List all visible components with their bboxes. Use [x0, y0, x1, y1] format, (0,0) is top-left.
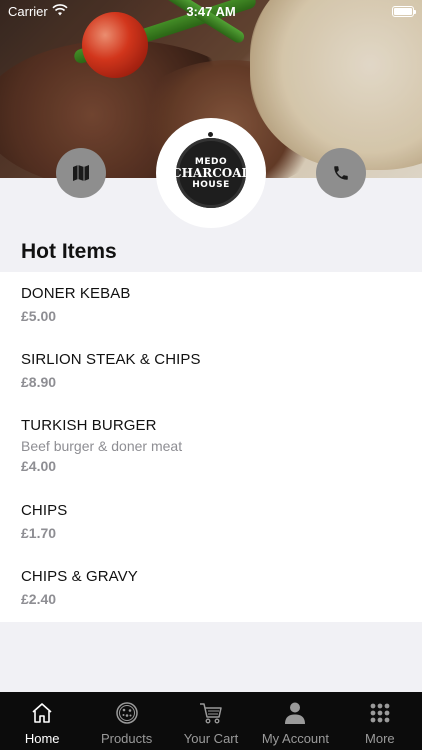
item-price: £4.00: [21, 458, 57, 474]
list-item[interactable]: CHIPS & GRAVY £2.40: [21, 568, 412, 607]
map-icon: [73, 165, 89, 181]
item-name: CHIPS & GRAVY: [21, 568, 138, 585]
call-button[interactable]: [316, 148, 366, 198]
tab-bar: Home Products Your Cart My Account More: [0, 692, 422, 750]
tab-label: My Account: [261, 731, 330, 746]
list-item[interactable]: CHIPS £1.70: [21, 502, 412, 541]
tab-products[interactable]: Products: [84, 692, 168, 750]
logo-line-3: HOUSE: [192, 179, 230, 190]
tab-label: More: [365, 731, 395, 746]
logo-line-1: MEDO: [194, 156, 228, 167]
grid-icon: [370, 703, 390, 723]
restaurant-logo: MEDO CHARCOAL HOUSE: [156, 118, 266, 228]
pizza-icon: [115, 702, 138, 724]
status-bar: Carrier 3:47 AM: [0, 0, 422, 22]
item-price: £8.90: [21, 374, 57, 390]
item-name: SIRLION STEAK & CHIPS: [21, 351, 201, 368]
hot-items-list: DONER KEBAB £5.00 SIRLION STEAK & CHIPS …: [0, 272, 422, 622]
battery-icon: [392, 6, 416, 17]
item-name: DONER KEBAB: [21, 285, 131, 302]
person-icon: [285, 702, 306, 724]
item-price: £2.40: [21, 591, 57, 607]
map-button[interactable]: [56, 148, 106, 198]
section-title: Hot Items: [21, 240, 117, 263]
item-name: TURKISH BURGER: [21, 417, 157, 434]
item-price: £5.00: [21, 308, 57, 324]
status-time: 3:47 AM: [186, 4, 236, 19]
tab-label: Home: [24, 731, 60, 746]
phone-icon: [334, 166, 348, 180]
item-description: Beef burger & doner meat: [21, 438, 183, 454]
list-item[interactable]: SIRLION STEAK & CHIPS £8.90: [21, 351, 412, 390]
item-price: £1.70: [21, 525, 57, 541]
list-item[interactable]: TURKISH BURGER Beef burger & doner meat …: [21, 417, 412, 474]
tab-account[interactable]: My Account: [253, 692, 337, 750]
item-name: CHIPS: [21, 502, 68, 519]
logo-line-2: CHARCOAL: [172, 165, 250, 180]
tab-more[interactable]: More: [338, 692, 422, 750]
home-icon: [32, 703, 52, 723]
tab-home[interactable]: Home: [0, 692, 84, 750]
logo-badge: MEDO CHARCOAL HOUSE: [172, 132, 250, 208]
tab-cart[interactable]: Your Cart: [169, 692, 253, 750]
cart-icon: [200, 703, 222, 724]
list-item[interactable]: DONER KEBAB £5.00: [21, 285, 412, 324]
tab-label: Your Cart: [183, 731, 239, 746]
tab-label: Products: [100, 731, 153, 746]
